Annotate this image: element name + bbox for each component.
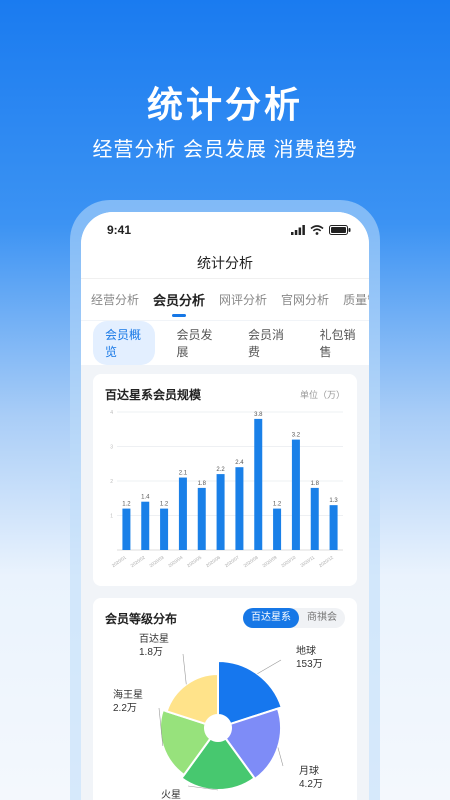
status-time: 9:41 xyxy=(107,223,132,237)
bar xyxy=(235,467,244,550)
tab-review-analysis[interactable]: 网评分析 xyxy=(219,291,267,308)
member-level-card: 会员等级分布 百达星系 商祺会 地球 153万 月球 4.2万 火星 海王星 2.2万 百达星… xyxy=(93,598,357,800)
pie-slice-label: 百达星 xyxy=(139,633,169,645)
x-tick-label: 2020/08 xyxy=(243,554,260,568)
bar-value-label: 2.2 xyxy=(216,467,225,473)
bar xyxy=(310,487,319,550)
bar-value-label: 2.4 xyxy=(235,460,244,466)
analysis-tabs: 经营分析 会员分析 网评分析 官网分析 质量管理 xyxy=(81,278,369,320)
x-tick-label: 2020/03 xyxy=(148,554,165,568)
bar-value-label: 1.8 xyxy=(198,481,207,487)
bar xyxy=(291,439,300,550)
member-subtabs: 会员概览 会员发展 会员消费 礼包销售 xyxy=(81,321,369,365)
status-icons xyxy=(291,225,351,235)
x-tick-label: 2020/10 xyxy=(280,554,297,568)
subtab-member-spending[interactable]: 会员消费 xyxy=(236,321,298,365)
member-scale-card: 百达星系会员规模 单位（万） 1 2 3 4 1.2 2020/01 1.4 2020/02 1… xyxy=(93,374,357,586)
pie-slice-label: 火星 xyxy=(161,789,181,800)
y-tick-label: 2 xyxy=(110,479,113,485)
bar xyxy=(216,474,225,550)
pie-slice-label: 地球 xyxy=(296,644,316,657)
bar-value-label: 1.4 xyxy=(141,495,150,501)
bar xyxy=(160,508,169,550)
pie-slice-value: 153万 xyxy=(296,659,323,670)
hero-title: 统计分析 xyxy=(146,84,303,125)
pie-slice-label: 月球 xyxy=(299,764,319,777)
nav-title: 统计分析 xyxy=(81,248,369,278)
bar xyxy=(178,477,187,550)
bar-value-label: 1.2 xyxy=(273,502,282,508)
bar-value-label: 2.1 xyxy=(179,471,188,477)
bar-value-label: 3.2 xyxy=(292,433,301,439)
bar-value-label: 1.2 xyxy=(160,502,169,508)
pie-leader-line xyxy=(277,747,284,767)
tab-website-analysis[interactable]: 官网分析 xyxy=(281,291,329,308)
bar xyxy=(329,505,338,550)
x-tick-label: 2020/06 xyxy=(205,554,222,568)
bar xyxy=(122,508,131,550)
pie-slice-value: 1.8万 xyxy=(139,647,163,658)
x-tick-label: 2020/12 xyxy=(318,554,335,568)
bar-value-label: 3.8 xyxy=(254,412,263,418)
hero-subtitle: 经营分析 会员发展 消费趋势 xyxy=(92,139,358,161)
pie-slice-value: 2.2万 xyxy=(113,703,137,714)
x-tick-label: 2020/01 xyxy=(111,554,128,568)
tab-member-analysis[interactable]: 会员分析 xyxy=(153,290,205,317)
pie-slice-value: 4.2万 xyxy=(299,779,323,790)
y-tick-label: 3 xyxy=(110,445,113,451)
subtab-member-growth[interactable]: 会员发展 xyxy=(165,321,227,365)
pie-leader-line xyxy=(257,659,282,675)
wifi-icon xyxy=(310,225,324,235)
y-tick-label: 4 xyxy=(110,410,113,416)
member-scale-bar-chart: 1 2 3 4 1.2 2020/01 1.4 2020/02 1.2 2020/03 2.1 202… xyxy=(110,410,343,568)
x-tick-label: 2020/05 xyxy=(186,554,203,568)
bar xyxy=(197,487,206,550)
bar xyxy=(141,501,150,550)
bar-value-label: 1.3 xyxy=(329,498,338,504)
x-tick-label: 2020/11 xyxy=(299,554,315,568)
y-tick-label: 1 xyxy=(110,514,113,520)
x-tick-label: 2020/02 xyxy=(130,554,147,568)
status-bar: 9:41 xyxy=(81,212,369,248)
signal-icon xyxy=(291,225,305,235)
member-level-pie-chart: 地球 153万月球 4.2万火星 海王星 2.2万 百达星 1.8万 xyxy=(113,633,323,800)
bar-value-label: 1.2 xyxy=(122,502,131,508)
bar xyxy=(254,418,263,550)
bar xyxy=(273,508,282,550)
subtab-member-overview[interactable]: 会员概览 xyxy=(93,321,155,365)
tab-quality-management[interactable]: 质量管理 xyxy=(343,291,369,308)
pie-leader-line xyxy=(182,653,187,685)
x-tick-label: 2020/07 xyxy=(224,554,241,568)
x-tick-label: 2020/09 xyxy=(261,554,278,568)
battery-icon xyxy=(329,225,351,235)
bar-value-label: 1.8 xyxy=(311,481,320,487)
tab-business-analysis[interactable]: 经营分析 xyxy=(91,291,139,308)
subtab-gift-pack-sales[interactable]: 礼包销售 xyxy=(308,321,370,365)
pie-slice-label: 海王星 xyxy=(113,688,143,701)
phone-screen: 9:41 统计分析 经营分析 会员分析 网评分析 官网分析 质量 会员概览 会员… xyxy=(81,212,369,800)
x-tick-label: 2020/04 xyxy=(167,554,184,568)
